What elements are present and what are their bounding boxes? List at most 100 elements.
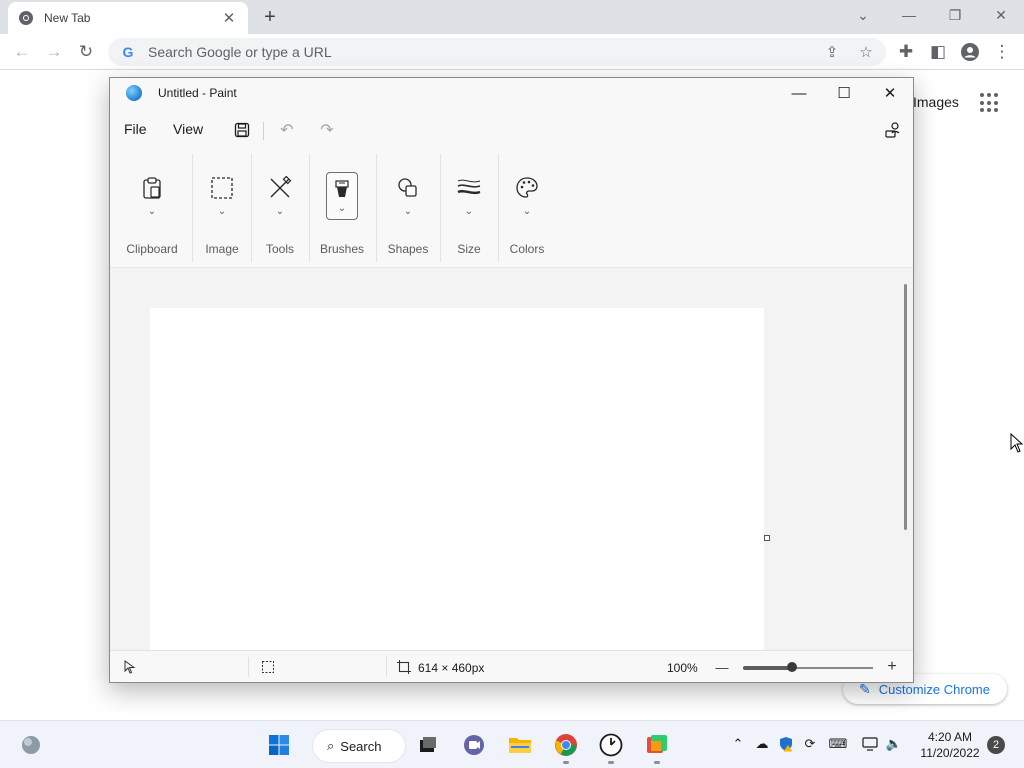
mouse-pointer-icon (1010, 433, 1024, 453)
redo-icon[interactable]: ↷ (316, 119, 338, 141)
profile-avatar-icon[interactable] (958, 40, 982, 64)
taskbar-search-button[interactable]: ⌕ Search (313, 730, 405, 762)
paint-status-bar: 614 × 460px 100% — + (110, 650, 913, 682)
ribbon-group-colors[interactable]: ⌄ Colors (501, 150, 553, 268)
omnibox[interactable]: G ⇪ ☆ (108, 38, 886, 66)
ribbon-divider (498, 154, 499, 262)
tab-search-chevron-icon[interactable]: ⌄ (848, 4, 878, 26)
taskbar-clock[interactable]: 4:20 AM 11/20/2022 (918, 729, 982, 761)
search-icon: ⌕ (327, 738, 335, 753)
paint-titlebar[interactable]: Untitled - Paint — ☐ ✕ (110, 78, 913, 108)
sync-update-icon[interactable]: ⟳ (801, 735, 819, 753)
widgets-weather-icon[interactable] (17, 731, 45, 759)
clock-running-indicator (608, 761, 614, 764)
zoom-in-icon[interactable]: + (884, 658, 900, 675)
paint-app-icon (126, 85, 142, 101)
keyboard-input-icon[interactable]: ⌨ (829, 735, 848, 753)
forward-arrow-icon[interactable]: → (42, 40, 66, 64)
share-icon[interactable]: ⇪ (822, 42, 842, 62)
volume-icon[interactable]: 🔈 (885, 735, 903, 753)
ribbon-label-image: Image (205, 242, 239, 256)
notification-count-badge[interactable]: 2 (987, 736, 1005, 754)
show-hidden-icons-chevron-icon[interactable]: ⌃ (729, 735, 747, 753)
back-arrow-icon[interactable]: ← (10, 40, 34, 64)
paint-maximize-button[interactable]: ☐ (824, 82, 864, 104)
paint-close-button[interactable]: ✕ (870, 82, 910, 104)
clock-app-icon[interactable] (597, 731, 625, 759)
tools-icon (264, 172, 296, 204)
zoom-level-readout: 100% (667, 661, 698, 675)
chevron-down-icon: ⌄ (147, 206, 157, 217)
file-explorer-icon[interactable] (506, 731, 534, 759)
ribbon-group-clipboard[interactable]: ⌄ Clipboard (122, 150, 182, 268)
ribbon-group-image[interactable]: ⌄ Image (196, 150, 248, 268)
save-icon[interactable] (231, 119, 253, 141)
chrome-favicon-icon (19, 11, 33, 25)
bookmark-star-icon[interactable]: ☆ (856, 42, 876, 62)
omnibox-input[interactable] (148, 44, 788, 60)
chevron-down-icon: ⌄ (217, 206, 227, 217)
ribbon-divider (440, 154, 441, 262)
ribbon-label-clipboard: Clipboard (126, 242, 178, 256)
chrome-taskbar-icon[interactable] (552, 731, 580, 759)
account-settings-icon[interactable] (882, 119, 904, 141)
clock-time: 4:20 AM (927, 730, 973, 744)
menu-file[interactable]: File (124, 121, 147, 137)
tab-new-tab[interactable]: New Tab ✕ (8, 2, 248, 34)
images-link[interactable]: Images (913, 94, 959, 110)
google-apps-grid-icon[interactable] (980, 93, 1000, 113)
tab-close-icon[interactable]: ✕ (220, 9, 238, 27)
ribbon-label-shapes: Shapes (387, 242, 429, 256)
security-warning-icon[interactable] (777, 735, 795, 753)
google-g-icon: G (122, 44, 134, 60)
canvas-workspace[interactable] (110, 268, 913, 650)
pencil-icon: ✎ (859, 680, 871, 697)
chrome-menu-kebab-icon[interactable]: ⋮ (990, 40, 1014, 64)
task-view-icon[interactable] (414, 731, 442, 759)
menu-view[interactable]: View (173, 121, 203, 137)
chevron-down-icon: ⌄ (275, 206, 285, 217)
brush-icon: ⌄ (326, 172, 358, 220)
chevron-down-icon: ⌄ (464, 206, 474, 217)
clipboard-icon (136, 172, 168, 204)
shapes-icon (392, 172, 424, 204)
paint-running-indicator (654, 761, 660, 764)
ribbon-group-brushes[interactable]: ⌄ Brushes (316, 150, 368, 268)
onedrive-offline-icon[interactable]: ☁ (753, 735, 771, 753)
new-tab-button[interactable]: + (258, 5, 282, 29)
palette-icon (511, 172, 543, 204)
ribbon-divider (376, 154, 377, 262)
paint-window-title: Untitled - Paint (158, 86, 237, 100)
chrome-tab-strip: New Tab ✕ + ⌄ — ❐ ✕ (0, 0, 1024, 34)
paint-ribbon: ⌄ Clipboard ⌄ Image ⌄ Tools ⌄ Brushes ⌄ … (110, 150, 913, 268)
teams-chat-icon[interactable] (460, 731, 488, 759)
chrome-close-button[interactable]: ✕ (986, 4, 1016, 26)
reload-icon[interactable]: ↻ (74, 40, 98, 64)
ribbon-group-size[interactable]: ⌄ Size (443, 150, 495, 268)
ribbon-divider (192, 154, 193, 262)
extensions-puzzle-icon[interactable]: ✚ (894, 40, 918, 64)
drawing-canvas[interactable] (150, 308, 764, 650)
taskbar-search-label: Search (340, 738, 382, 754)
paint-minimize-button[interactable]: — (779, 82, 819, 104)
paint-taskbar-icon[interactable] (643, 731, 671, 759)
ribbon-group-shapes[interactable]: ⌄ Shapes (382, 150, 434, 268)
canvas-resize-handle[interactable] (764, 535, 770, 541)
side-panel-icon[interactable]: ◧ (926, 40, 950, 64)
status-divider (386, 657, 387, 677)
ribbon-group-tools[interactable]: ⌄ Tools (254, 150, 306, 268)
network-icon[interactable] (861, 735, 879, 753)
undo-icon[interactable]: ↶ (276, 119, 298, 141)
selection-icon (206, 172, 238, 204)
customize-chrome-label: Customize Chrome (878, 681, 990, 697)
zoom-slider-fill (743, 666, 793, 670)
zoom-out-icon[interactable]: — (714, 659, 730, 675)
chrome-minimize-button[interactable]: — (894, 4, 924, 26)
quick-access-divider (263, 122, 264, 140)
paint-window: Untitled - Paint — ☐ ✕ File View ↶ ↷ ⌄ C… (109, 77, 914, 683)
chrome-toolbar: ← → ↻ G ⇪ ☆ ✚ ◧ ⋮ (0, 34, 1024, 70)
windows-start-icon[interactable] (265, 731, 293, 759)
vertical-scrollbar[interactable] (904, 284, 907, 530)
chrome-restore-button[interactable]: ❐ (940, 4, 970, 26)
zoom-slider-thumb[interactable] (787, 662, 797, 672)
